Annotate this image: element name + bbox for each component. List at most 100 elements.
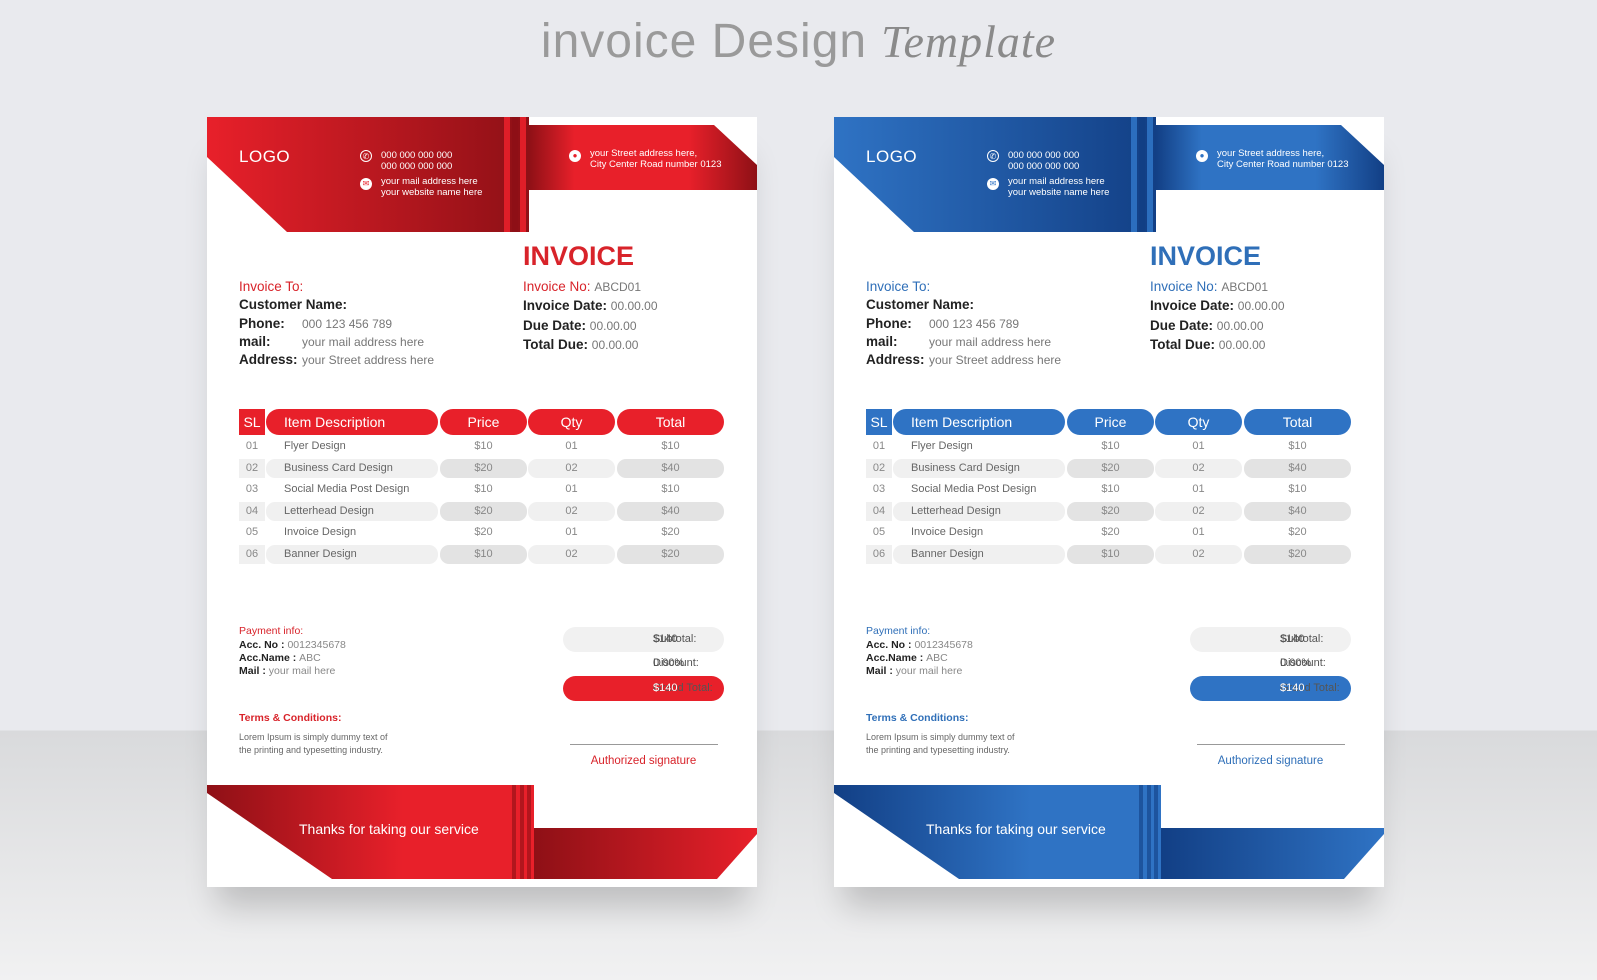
discount-value: 0.00% — [653, 657, 685, 669]
total-due-label: Total Due: — [523, 337, 588, 352]
table-cell: 02 — [239, 458, 265, 478]
signature-line — [1197, 744, 1345, 745]
address: your Street address here, City Center Roa… — [590, 148, 722, 170]
phone-label: Phone: — [866, 316, 912, 331]
payment-mail-label: Mail : — [239, 665, 266, 677]
table-cell: $20 — [1067, 458, 1154, 478]
table-cell: 02 — [1155, 544, 1242, 564]
footer-message: Thanks for taking our service — [299, 821, 479, 837]
location-icon: ● — [569, 150, 581, 162]
phone-value: 000 123 456 789 — [302, 317, 393, 331]
website: your website name here — [1008, 187, 1110, 198]
payment-mail-value: your mail here — [268, 665, 336, 677]
footer-stripe — [1139, 785, 1143, 879]
terms-line-2: the printing and typesetting industry. — [239, 745, 383, 755]
acc-name-label: Acc.Name : — [866, 652, 924, 664]
phone-2: 000 000 000 000 — [381, 161, 453, 172]
table-cell: 02 — [1155, 501, 1242, 521]
table-cell: $40 — [1244, 501, 1351, 521]
table-cell: Social Media Post Design — [893, 480, 1065, 499]
signature-line — [570, 744, 718, 745]
table-cell: $20 — [1244, 523, 1351, 542]
mail: your mail address here — [381, 176, 478, 187]
phone-numbers: 000 000 000 000 000 000 000 000 — [1008, 150, 1079, 172]
footer-stripe — [512, 785, 516, 879]
phone-2: 000 000 000 000 — [1008, 161, 1080, 172]
table-header-3: Qty — [1155, 409, 1242, 435]
contact-web: your mail address here your website name … — [1008, 176, 1109, 198]
table-header-4: Total — [617, 409, 724, 435]
invoice-no-value: ABCD01 — [1221, 280, 1268, 294]
invoice-to-heading: Invoice To: — [866, 279, 931, 294]
invoice-date-value: 00.00.00 — [1237, 299, 1285, 313]
terms-heading: Terms & Conditions: — [866, 712, 969, 724]
header-stripe — [1147, 117, 1153, 232]
table-cell: $10 — [440, 480, 527, 499]
discount-row: Discount: 0.00% — [1190, 651, 1351, 676]
table-cell: $20 — [1067, 523, 1154, 542]
table-cell: 02 — [528, 544, 615, 564]
table-cell: 05 — [866, 523, 892, 542]
table-cell: $20 — [440, 523, 527, 542]
table-cell: Invoice Design — [893, 523, 1065, 542]
table-cell: 02 — [866, 458, 892, 478]
table-cell: 03 — [239, 480, 265, 499]
acc-no-label: Acc. No : — [866, 639, 912, 651]
address-1: your Street address here, — [1217, 148, 1325, 159]
total-due: Total Due: 00.00.00 — [1150, 337, 1265, 352]
header-stripe — [520, 117, 526, 232]
due-date-value: 00.00.00 — [1216, 319, 1264, 333]
table-cell: 01 — [528, 523, 615, 542]
table-cell: Banner Design — [266, 544, 438, 564]
invoice-no-label: Invoice No: — [1150, 279, 1218, 294]
table-cell: $20 — [440, 501, 527, 521]
logo: LOGO — [239, 147, 290, 167]
acc-no: Acc. No : 0012345678 — [866, 639, 973, 652]
footer-band-right — [534, 828, 757, 879]
phone-label: Phone: — [239, 316, 285, 331]
discount-value: 0.00% — [1280, 657, 1312, 669]
acc-name-value: ABC — [926, 652, 948, 664]
table-cell: Banner Design — [893, 544, 1065, 564]
invoice-date-value: 00.00.00 — [610, 299, 658, 313]
address: your Street address here, City Center Roa… — [1217, 148, 1349, 170]
invoice-date-label: Invoice Date: — [1150, 298, 1235, 313]
terms-line-2: the printing and typesetting industry. — [866, 745, 1010, 755]
subtotal-row: Subtotal: $140 — [1190, 627, 1351, 652]
table-cell: $10 — [1067, 437, 1154, 456]
mail-value: your mail address here — [929, 335, 1052, 349]
payment-heading: Payment info: — [239, 625, 304, 637]
table-header-1: Item Description — [266, 409, 438, 435]
banner-title-main: invoice Design — [540, 15, 868, 68]
invoice-date: Invoice Date: 00.00.00 — [523, 298, 658, 313]
subtotal-row: Subtotal: $140 — [563, 627, 724, 652]
phone-1: 000 000 000 000 — [381, 150, 453, 161]
table-cell: $20 — [440, 458, 527, 478]
address-2: City Center Road number 0123 — [1217, 159, 1349, 170]
invoice-blue: LOGO ✆ 000 000 000 000 000 000 000 000 ✉ your… — [834, 117, 1384, 887]
header-stripe — [504, 117, 510, 232]
table-cell: $10 — [1244, 480, 1351, 499]
terms-heading: Terms & Conditions: — [239, 712, 342, 724]
grand-total-value: $140 — [653, 682, 678, 694]
table-cell: $10 — [617, 480, 724, 499]
acc-name-value: ABC — [299, 652, 321, 664]
phone-1: 000 000 000 000 — [1008, 150, 1080, 161]
address-1: your Street address here, — [590, 148, 698, 159]
acc-name-label: Acc.Name : — [239, 652, 297, 664]
table-cell: $40 — [617, 501, 724, 521]
table-cell: 03 — [866, 480, 892, 499]
phone-value: 000 123 456 789 — [929, 317, 1020, 331]
table-cell: 01 — [239, 437, 265, 456]
footer-message: Thanks for taking our service — [926, 821, 1106, 837]
invoice-date: Invoice Date: 00.00.00 — [1150, 298, 1285, 313]
logo: LOGO — [866, 147, 917, 167]
table-header-2: Price — [440, 409, 527, 435]
address-2: City Center Road number 0123 — [590, 159, 722, 170]
grand-total-value: $140 — [1280, 682, 1305, 694]
table-header-0: SL — [866, 409, 892, 435]
customer-name-label: Customer Name: — [239, 297, 348, 312]
footer-stripe — [527, 785, 531, 879]
table-header-2: Price — [1067, 409, 1154, 435]
table-cell: 02 — [528, 458, 615, 478]
